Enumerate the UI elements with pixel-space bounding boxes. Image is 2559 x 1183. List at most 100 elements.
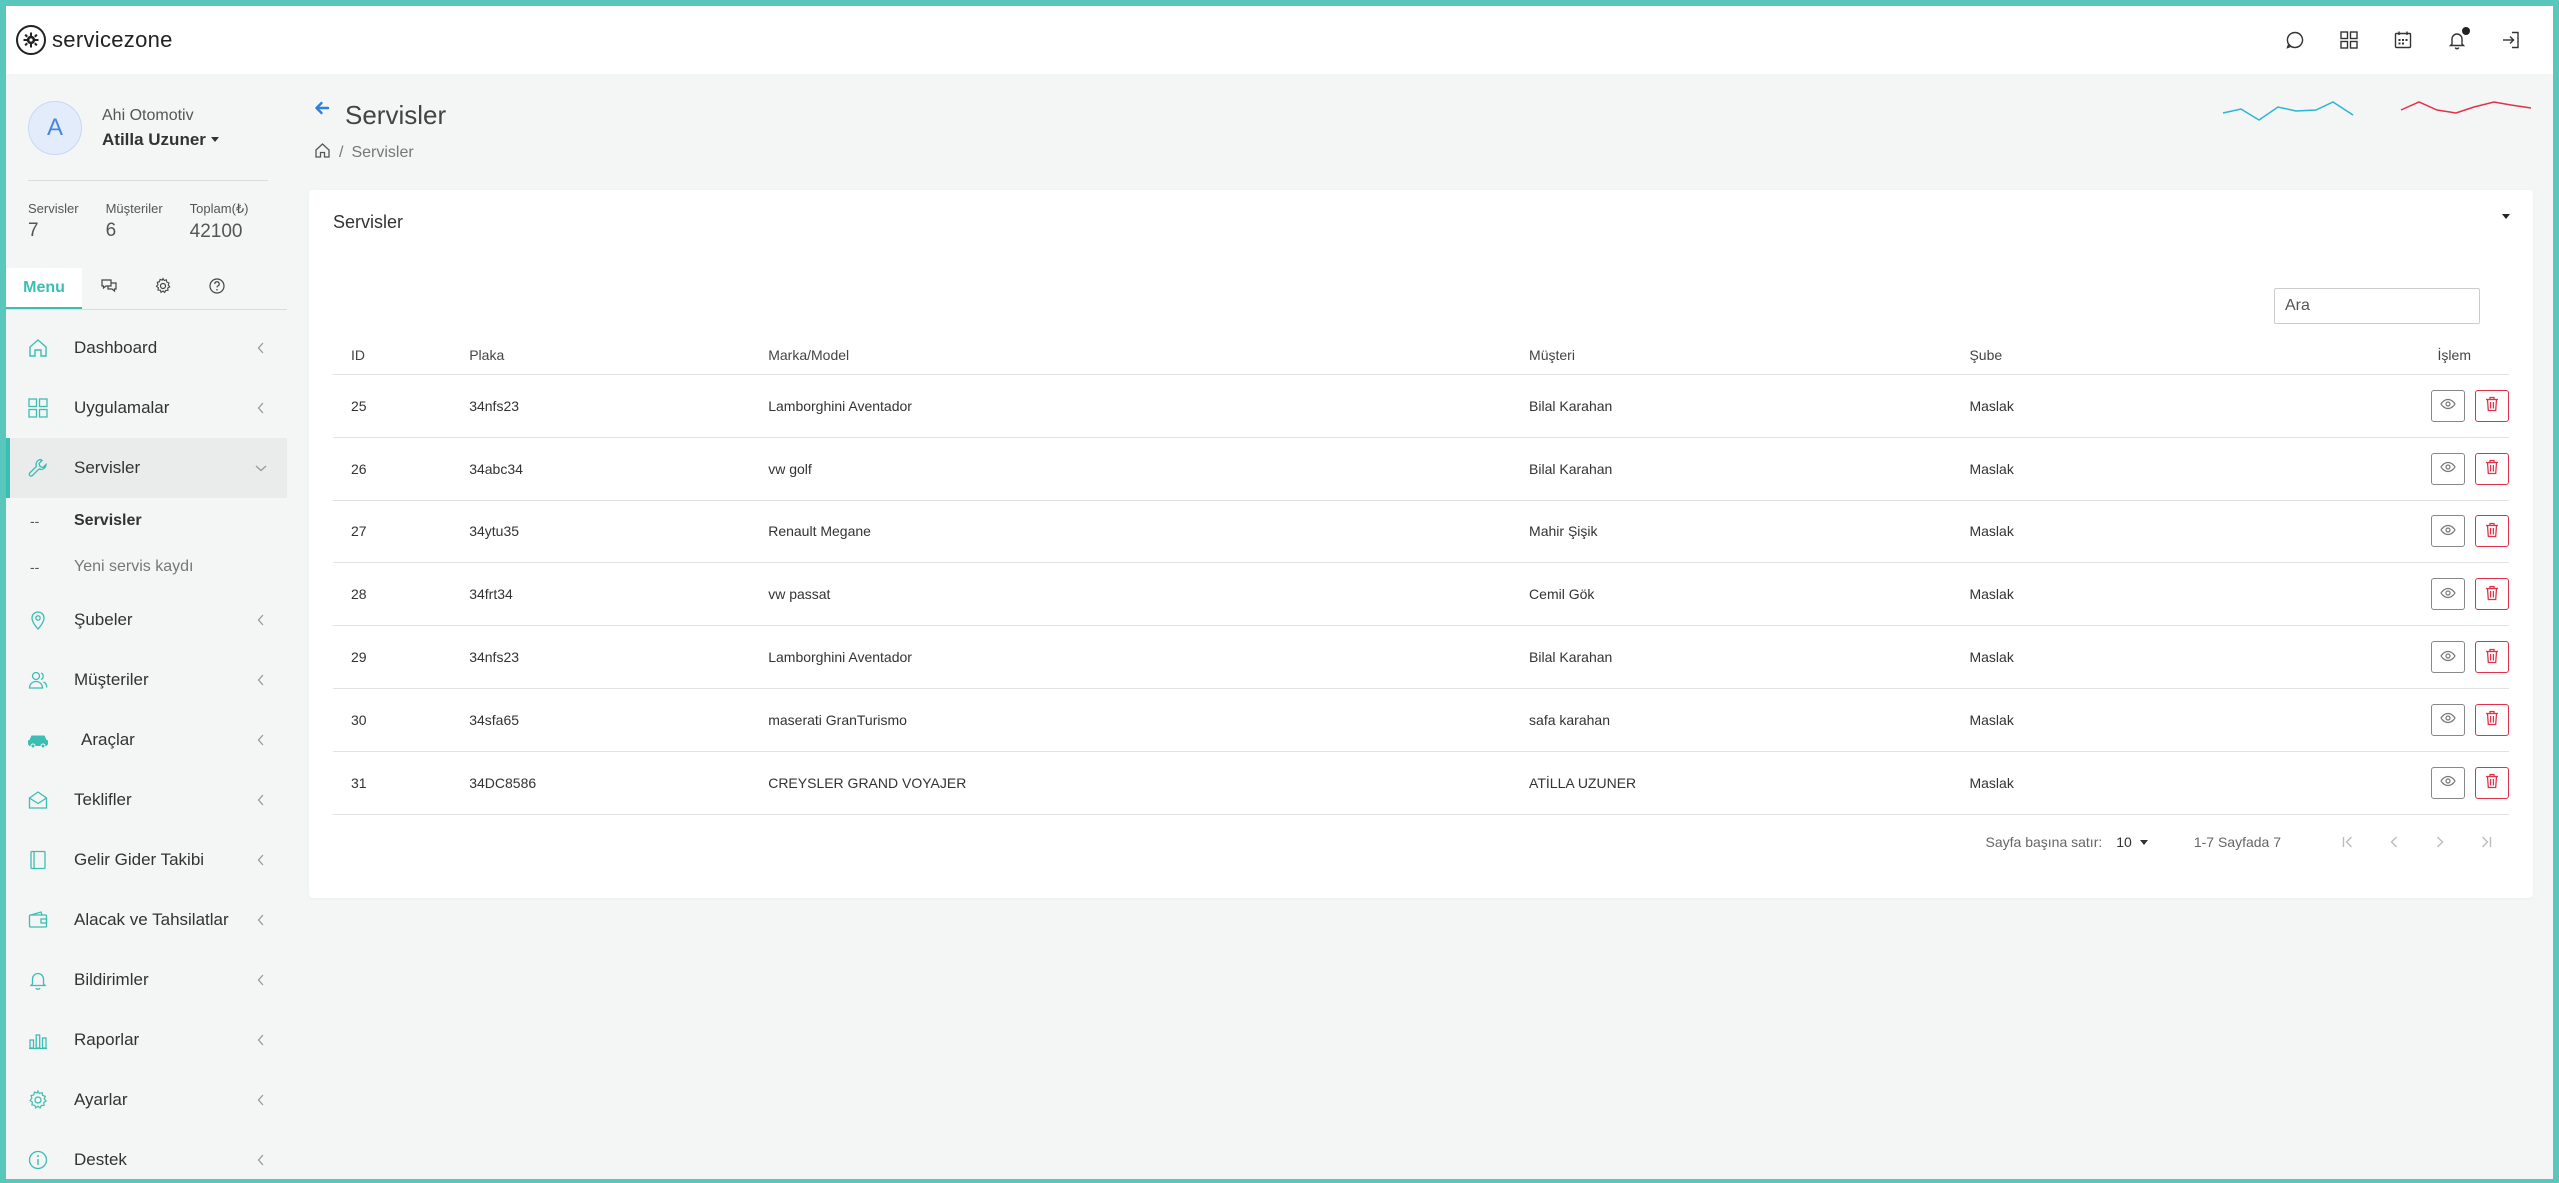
prev-page-button[interactable] <box>2371 830 2417 854</box>
sidebar-item-branches[interactable]: Şubeler <box>6 590 287 650</box>
cell-id: 26 <box>333 437 452 501</box>
cell-plate: 34DC8586 <box>451 751 751 815</box>
delete-button[interactable] <box>2475 389 2509 422</box>
question-circle-icon <box>208 277 226 300</box>
tab-menu[interactable]: Menu <box>6 268 82 309</box>
calendar-icon[interactable] <box>2391 28 2415 52</box>
delete-button[interactable] <box>2475 641 2509 674</box>
last-page-icon <box>2482 836 2492 848</box>
sidebar-item-receivables[interactable]: Alacak ve Tahsilatlar <box>6 890 287 950</box>
table-row[interactable]: 27 34ytu35 Renault Megane Mahir Şişik Maslak <box>333 500 2509 564</box>
sidebar-item-notifications[interactable]: Bildirimler <box>6 950 287 1010</box>
notification-dot <box>2462 27 2470 35</box>
view-button[interactable] <box>2431 389 2465 422</box>
view-button[interactable] <box>2431 515 2465 548</box>
row-actions <box>2170 374 2509 438</box>
view-button[interactable] <box>2431 703 2465 736</box>
first-page-icon <box>2342 836 2352 848</box>
avatar[interactable]: A <box>28 101 82 155</box>
cell-branch: Maslak <box>1951 437 2171 501</box>
cell-id: 27 <box>333 500 452 564</box>
eye-icon <box>2440 459 2456 478</box>
col-customer[interactable]: Müşteri <box>1511 336 1952 375</box>
chevron-left-icon <box>2390 836 2397 848</box>
search-input[interactable] <box>2274 288 2480 324</box>
view-button[interactable] <box>2431 452 2465 485</box>
table-row[interactable]: 28 34frt34 vw passat Cemil Gök Maslak <box>333 562 2509 627</box>
sidebar-item-offers[interactable]: Teklifler <box>6 770 287 830</box>
sidebar-item-reports[interactable]: Raporlar <box>6 1010 287 1070</box>
user-profile: A Ahi Otomotiv Atilla Uzuner <box>6 74 287 155</box>
table-row[interactable]: 26 34abc34 vw golf Bilal Karahan Maslak <box>333 437 2509 501</box>
col-plate[interactable]: Plaka <box>451 336 751 375</box>
table-row[interactable]: 30 34sfa65 maserati GranTurismo safa karaha… <box>333 688 2509 752</box>
cell-branch: Maslak <box>1951 562 2171 627</box>
view-button[interactable] <box>2431 766 2465 799</box>
back-arrow-icon[interactable] <box>314 100 330 121</box>
pagination: Sayfa başına satır: 10 1-7 Sayfada 7 <box>1986 830 2509 854</box>
main-content: Servisler / Servisler Servisler Ara ID P… <box>309 74 2533 1179</box>
chat-bubble-icon[interactable] <box>2283 28 2307 52</box>
home-icon[interactable] <box>314 142 331 164</box>
delete-button[interactable] <box>2475 703 2509 736</box>
delete-button[interactable] <box>2475 578 2509 611</box>
view-button[interactable] <box>2431 578 2465 611</box>
sidebar-item-apps[interactable]: Uygulamalar <box>6 378 287 438</box>
gear-icon <box>26 1088 50 1112</box>
chevron-left-icon <box>255 914 267 926</box>
rows-per-page-select[interactable]: 10 <box>2116 834 2148 850</box>
cell-customer: safa karahan <box>1511 688 1952 752</box>
map-pin-icon <box>26 608 50 632</box>
tab-help[interactable] <box>190 268 244 309</box>
col-model[interactable]: Marka/Model <box>750 336 1512 375</box>
sidebar-item-customers[interactable]: Müşteriler <box>6 650 287 710</box>
sidebar-item-services[interactable]: Servisler <box>6 438 287 498</box>
chevron-left-icon <box>255 1034 267 1046</box>
last-page-button[interactable] <box>2463 830 2509 854</box>
home-icon <box>26 336 50 360</box>
breadcrumb-current: Servisler <box>351 144 414 161</box>
cell-customer: Mahir Şişik <box>1511 500 1952 564</box>
eye-icon <box>2440 522 2456 541</box>
table-row[interactable]: 29 34nfs23 Lamborghini Aventador Bilal Kara… <box>333 625 2509 689</box>
table-row[interactable]: 31 34DC8586 CREYSLER GRAND VOYAJER ATİLLA U… <box>333 751 2509 815</box>
user-menu[interactable]: Atilla Uzuner <box>102 130 219 150</box>
view-button[interactable] <box>2431 641 2465 674</box>
bell-icon <box>26 968 50 992</box>
top-actions <box>2283 6 2523 74</box>
eye-icon <box>2440 648 2456 667</box>
logout-icon[interactable] <box>2499 28 2523 52</box>
sidebar-item-dashboard[interactable]: Dashboard <box>6 318 287 378</box>
trash-icon <box>2485 459 2499 478</box>
first-page-button[interactable] <box>2325 830 2371 854</box>
delete-button[interactable] <box>2475 452 2509 485</box>
tab-chat[interactable] <box>82 268 136 309</box>
col-branch[interactable]: Şube <box>1951 336 2171 375</box>
stats: Servisler 7 Müşteriler 6 Toplam(₺) 42100 <box>6 181 287 243</box>
sidebar-item-vehicles[interactable]: Araçlar <box>6 710 287 770</box>
car-icon <box>26 728 50 752</box>
bell-icon[interactable] <box>2445 27 2470 52</box>
table-row[interactable]: 25 34nfs23 Lamborghini Aventador Bilal Kara… <box>333 374 2509 438</box>
chevron-left-icon <box>255 794 267 806</box>
tab-settings[interactable] <box>136 268 190 309</box>
sidebar-item-income-expense[interactable]: Gelir Gider Takibi <box>6 830 287 890</box>
wallet-icon <box>26 908 50 932</box>
collapse-toggle-icon[interactable] <box>2502 214 2510 219</box>
cell-id: 25 <box>333 374 452 438</box>
col-id[interactable]: ID <box>333 336 452 375</box>
delete-button[interactable] <box>2475 515 2509 548</box>
sidebar-tabs: Menu <box>6 268 287 310</box>
sidebar-subitem-services[interactable]: -- Servisler <box>6 498 287 544</box>
brand-logo[interactable]: servicezone <box>16 25 173 55</box>
sidebar-item-support[interactable]: Destek <box>6 1130 287 1179</box>
delete-button[interactable] <box>2475 766 2509 799</box>
rows-per-page-label: Sayfa başına satır: <box>1985 834 2103 850</box>
apps-grid-icon[interactable] <box>2337 28 2361 52</box>
next-page-button[interactable] <box>2417 830 2463 854</box>
gear-icon <box>154 277 172 300</box>
sidebar-subitem-new-service[interactable]: -- Yeni servis kaydı <box>6 544 287 590</box>
sidebar-item-settings[interactable]: Ayarlar <box>6 1070 287 1130</box>
trash-icon <box>2485 773 2499 792</box>
mail-open-icon <box>26 788 50 812</box>
